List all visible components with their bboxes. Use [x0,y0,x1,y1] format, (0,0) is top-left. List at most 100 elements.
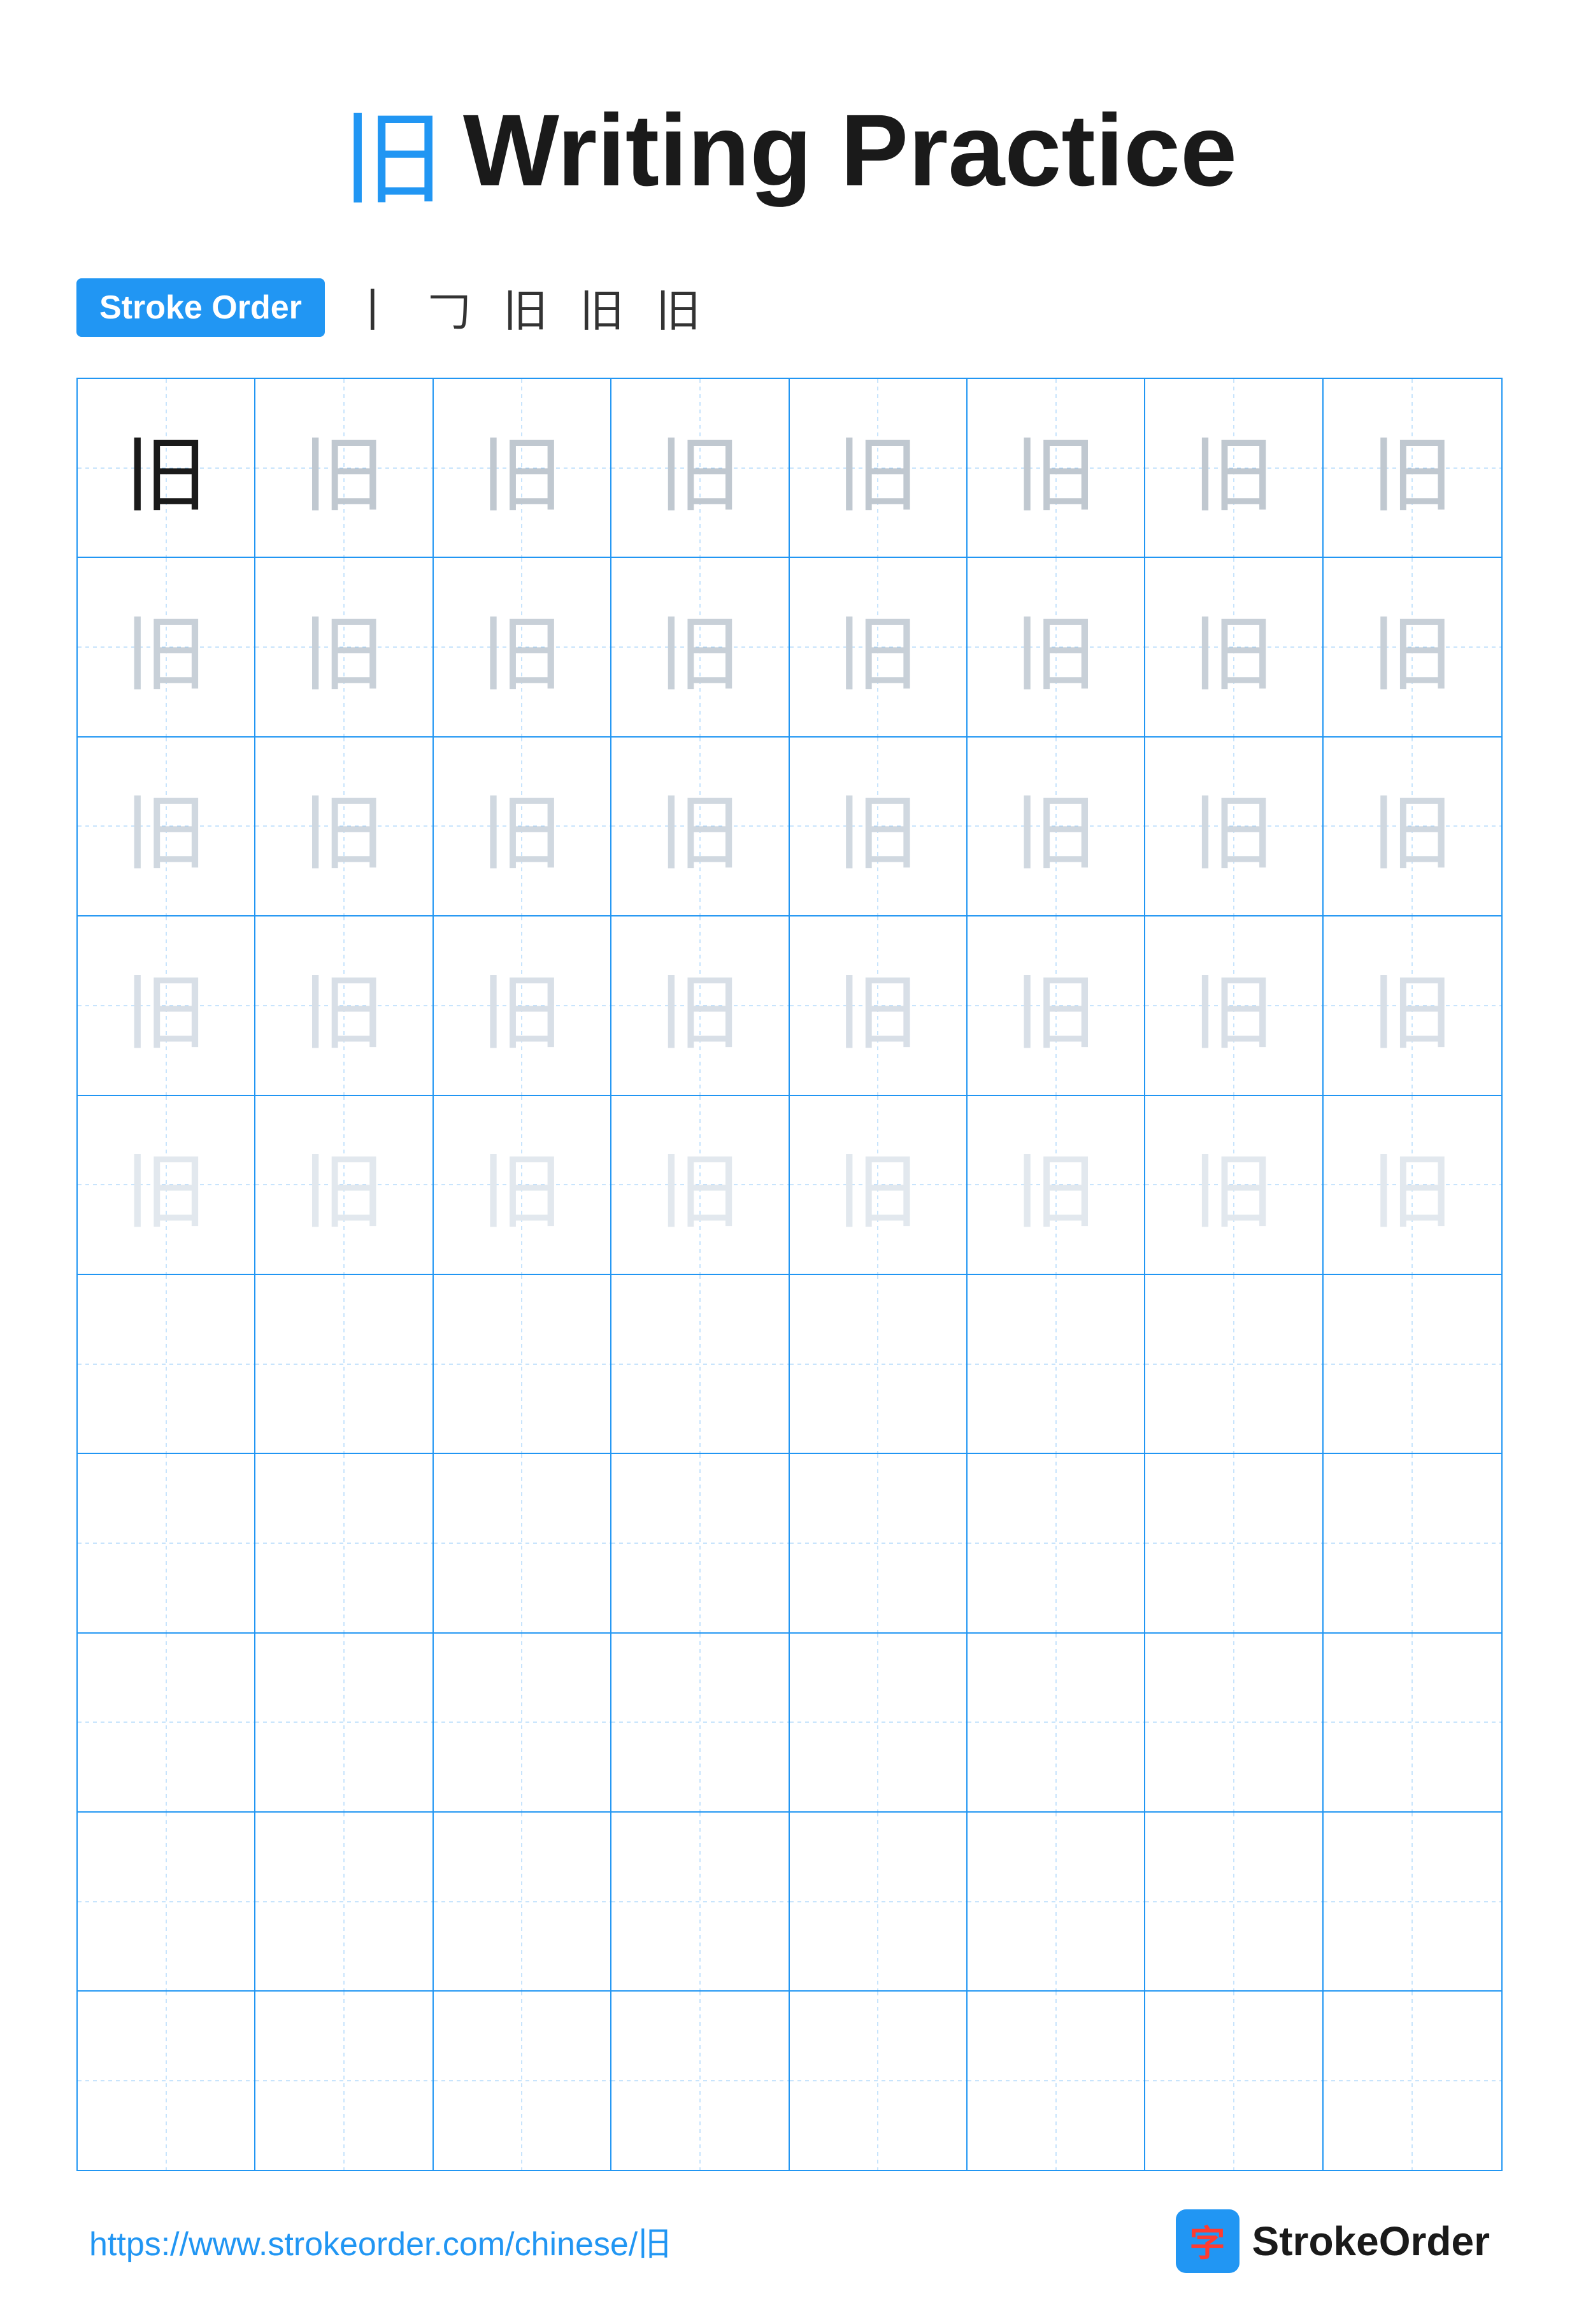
char-fade: 旧 [1192,587,1275,707]
char-fade: 旧 [480,946,563,1066]
grid-cell-2-7[interactable]: 旧 [1145,558,1323,736]
grid-cell-7-3[interactable] [434,1454,611,1632]
grid-cell-9-2[interactable] [255,1813,433,1990]
grid-cell-5-3[interactable]: 旧 [434,1096,611,1274]
grid-cell-5-7[interactable]: 旧 [1145,1096,1323,1274]
grid-cell-1-7[interactable]: 旧 [1145,379,1323,557]
grid-cell-4-5[interactable]: 旧 [790,916,968,1094]
grid-cell-7-8[interactable] [1324,1454,1501,1632]
stroke-step-3: 旧 [503,275,548,339]
grid-cell-2-5[interactable]: 旧 [790,558,968,736]
grid-cell-1-5[interactable]: 旧 [790,379,968,557]
practice-grid: 旧 旧 旧 旧 旧 旧 旧 旧 [76,378,1503,2171]
grid-cell-6-3[interactable] [434,1275,611,1453]
grid-cell-7-7[interactable] [1145,1454,1323,1632]
grid-cell-7-5[interactable] [790,1454,968,1632]
grid-cell-3-2[interactable]: 旧 [255,738,433,915]
grid-cell-4-2[interactable]: 旧 [255,916,433,1094]
grid-cell-5-8[interactable]: 旧 [1324,1096,1501,1274]
grid-cell-3-3[interactable]: 旧 [434,738,611,915]
char-fade: 旧 [836,1125,919,1244]
grid-cell-4-4[interactable]: 旧 [611,916,789,1094]
grid-cell-2-3[interactable]: 旧 [434,558,611,736]
grid-cell-1-4[interactable]: 旧 [611,379,789,557]
grid-cell-4-3[interactable]: 旧 [434,916,611,1094]
grid-cell-3-4[interactable]: 旧 [611,738,789,915]
grid-cell-4-7[interactable]: 旧 [1145,916,1323,1094]
grid-cell-10-6[interactable] [968,1992,1145,2169]
grid-cell-5-2[interactable]: 旧 [255,1096,433,1274]
grid-cell-7-1[interactable] [78,1454,255,1632]
char-fade: 旧 [1371,587,1454,707]
title-area: 旧 Writing Practice [76,76,1503,224]
grid-cell-1-2[interactable]: 旧 [255,379,433,557]
brand-name: StrokeOrder [1252,2218,1490,2265]
grid-cell-2-8[interactable]: 旧 [1324,558,1501,736]
grid-cell-6-2[interactable] [255,1275,433,1453]
grid-cell-9-6[interactable] [968,1813,1145,1990]
grid-cell-8-5[interactable] [790,1634,968,1811]
grid-cell-2-1[interactable]: 旧 [78,558,255,736]
grid-cell-9-1[interactable] [78,1813,255,1990]
grid-cell-9-5[interactable] [790,1813,968,1990]
grid-cell-10-3[interactable] [434,1992,611,2169]
grid-cell-4-8[interactable]: 旧 [1324,916,1501,1094]
grid-cell-5-4[interactable]: 旧 [611,1096,789,1274]
char-dark: 旧 [125,408,208,528]
grid-cell-9-8[interactable] [1324,1813,1501,1990]
grid-cell-6-1[interactable] [78,1275,255,1453]
grid-cell-9-3[interactable] [434,1813,611,1990]
grid-cell-3-8[interactable]: 旧 [1324,738,1501,915]
grid-cell-10-2[interactable] [255,1992,433,2169]
grid-cell-8-6[interactable] [968,1634,1145,1811]
grid-cell-7-4[interactable] [611,1454,789,1632]
grid-cell-3-6[interactable]: 旧 [968,738,1145,915]
grid-cell-8-8[interactable] [1324,1634,1501,1811]
grid-cell-2-4[interactable]: 旧 [611,558,789,736]
grid-cell-8-1[interactable] [78,1634,255,1811]
grid-cell-8-2[interactable] [255,1634,433,1811]
char-fade: 旧 [659,408,741,528]
char-fade: 旧 [1015,408,1097,528]
grid-cell-6-6[interactable] [968,1275,1145,1453]
char-fade: 旧 [125,587,208,707]
grid-cell-7-2[interactable] [255,1454,433,1632]
brand-icon: 字 [1176,2209,1240,2273]
grid-cell-6-7[interactable] [1145,1275,1323,1453]
grid-cell-10-7[interactable] [1145,1992,1323,2169]
grid-cell-9-7[interactable] [1145,1813,1323,1990]
grid-cell-8-7[interactable] [1145,1634,1323,1811]
grid-cell-2-6[interactable]: 旧 [968,558,1145,736]
grid-cell-10-8[interactable] [1324,1992,1501,2169]
grid-cell-3-1[interactable]: 旧 [78,738,255,915]
char-fade: 旧 [1192,1125,1275,1244]
grid-cell-5-1[interactable]: 旧 [78,1096,255,1274]
char-fade: 旧 [1371,408,1454,528]
stroke-order-area: Stroke Order 丨 𠃌 旧 旧 旧 [76,275,1503,339]
grid-cell-10-4[interactable] [611,1992,789,2169]
grid-cell-4-6[interactable]: 旧 [968,916,1145,1094]
char-fade: 旧 [480,408,563,528]
grid-cell-9-4[interactable] [611,1813,789,1990]
grid-cell-6-4[interactable] [611,1275,789,1453]
grid-cell-8-3[interactable] [434,1634,611,1811]
grid-cell-5-5[interactable]: 旧 [790,1096,968,1274]
grid-cell-1-1[interactable]: 旧 [78,379,255,557]
grid-cell-3-5[interactable]: 旧 [790,738,968,915]
footer-url[interactable]: https://www.strokeorder.com/chinese/旧 [89,2217,671,2265]
grid-cell-10-1[interactable] [78,1992,255,2169]
grid-cell-1-8[interactable]: 旧 [1324,379,1501,557]
grid-cell-1-6[interactable]: 旧 [968,379,1145,557]
grid-cell-6-5[interactable] [790,1275,968,1453]
grid-cell-5-6[interactable]: 旧 [968,1096,1145,1274]
grid-cell-3-7[interactable]: 旧 [1145,738,1323,915]
grid-cell-10-5[interactable] [790,1992,968,2169]
grid-cell-8-4[interactable] [611,1634,789,1811]
stroke-step-1: 丨 [350,275,395,339]
footer-brand: 字 StrokeOrder [1176,2209,1490,2273]
grid-cell-1-3[interactable]: 旧 [434,379,611,557]
grid-cell-2-2[interactable]: 旧 [255,558,433,736]
grid-cell-4-1[interactable]: 旧 [78,916,255,1094]
grid-cell-6-8[interactable] [1324,1275,1501,1453]
grid-cell-7-6[interactable] [968,1454,1145,1632]
